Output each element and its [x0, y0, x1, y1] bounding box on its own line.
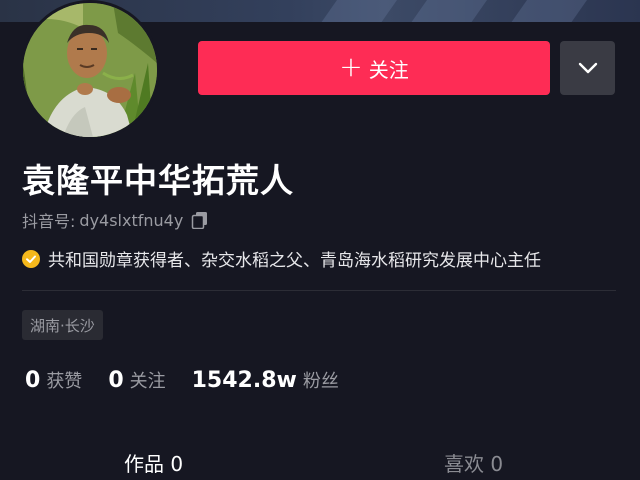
stat-likes[interactable]: 0 获赞 — [25, 367, 82, 393]
avatar-image — [23, 3, 157, 137]
stat-followers[interactable]: 1542.8w 粉丝 — [192, 367, 339, 393]
plus-icon: + — [339, 49, 363, 83]
copy-icon[interactable] — [191, 211, 209, 229]
stat-likes-value: 0 — [25, 368, 41, 393]
account-id-label: 抖音号: — [22, 212, 76, 231]
verified-badge-icon — [22, 249, 40, 268]
avatar[interactable] — [20, 0, 160, 140]
stat-followers-label: 粉丝 — [302, 371, 339, 392]
chevron-down-icon — [578, 62, 597, 74]
verification-row: 共和国勋章获得者、杂交水稻之父、青岛海水稻研究发展中心主任 — [22, 246, 541, 271]
stat-likes-label: 获赞 — [46, 371, 83, 392]
stats-row: 0 获赞 0 关注 1542.8w 粉丝 — [25, 367, 365, 393]
content-tabs: 作品 0 喜欢 0 — [0, 440, 640, 480]
more-options-button[interactable] — [560, 41, 615, 95]
account-id-row: 抖音号: dy4slxtfnu4y — [22, 208, 209, 232]
stat-following-value: 0 — [108, 368, 124, 393]
account-id-value: dy4slxtfnu4y — [79, 210, 184, 230]
stat-following-label: 关注 — [129, 371, 166, 392]
tab-works[interactable]: 作品 0 — [124, 448, 183, 477]
stat-followers-value: 1542.8w — [191, 368, 297, 393]
location-tag[interactable]: 湖南·长沙 — [22, 310, 103, 340]
follow-button[interactable]: + 关注 — [198, 41, 550, 95]
tab-likes[interactable]: 喜欢 0 — [444, 448, 503, 477]
profile-name: 袁隆平中华拓荒人 — [22, 161, 294, 200]
verification-text: 共和国勋章获得者、杂交水稻之父、青岛海水稻研究发展中心主任 — [48, 251, 541, 271]
follow-button-label: 关注 — [368, 57, 409, 82]
divider — [22, 290, 616, 291]
stat-following[interactable]: 0 关注 — [108, 367, 165, 393]
